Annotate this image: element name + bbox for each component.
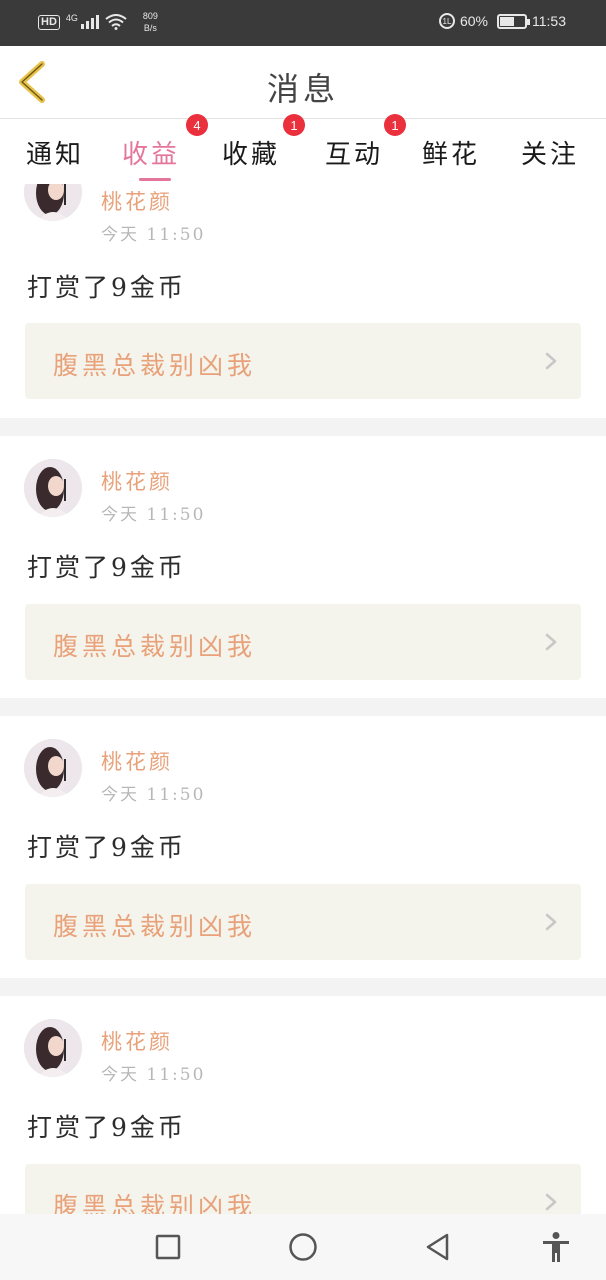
tab-notifications[interactable]: 通知 xyxy=(26,134,84,171)
page-title: 消息 xyxy=(266,70,339,108)
book-link[interactable]: 腹黑总裁别凶我 xyxy=(25,1164,581,1214)
avatar[interactable] xyxy=(24,459,82,517)
system-nav-bar xyxy=(0,1214,606,1280)
active-tab-indicator xyxy=(139,178,171,181)
tab-interactions-badge: 1 xyxy=(384,114,406,136)
avatar-image xyxy=(24,1019,82,1077)
signal-icon xyxy=(80,15,99,29)
status-bar: HD 4G 809 B/s 1L 60% 11:53 xyxy=(0,0,606,46)
book-link[interactable]: 腹黑总裁别凶我 xyxy=(25,884,581,960)
avatar[interactable] xyxy=(24,184,82,221)
book-title: 腹黑总裁别凶我 xyxy=(53,1192,257,1214)
avatar[interactable] xyxy=(24,1019,82,1077)
clock: 11:53 xyxy=(532,13,566,29)
book-title: 腹黑总裁别凶我 xyxy=(53,632,257,661)
message-list: 桃花颜 今天 11:50 打赏了9金币 腹黑总裁别凶我 桃花颜 今天 11:50… xyxy=(0,184,606,1214)
chevron-right-icon xyxy=(545,1193,557,1211)
accessibility-icon[interactable] xyxy=(540,1231,572,1263)
message-card: 桃花颜 今天 11:50 打赏了9金币 腹黑总裁别凶我 xyxy=(0,436,606,698)
avatar[interactable] xyxy=(24,739,82,797)
chevron-right-icon xyxy=(545,633,557,651)
app-header: 消息 xyxy=(0,46,606,119)
message-card: 桃花颜 今天 11:50 打赏了9金币 腹黑总裁别凶我 xyxy=(0,716,606,978)
triangle-back-icon[interactable] xyxy=(422,1231,454,1263)
message-action: 打赏了9金币 xyxy=(27,273,186,302)
tab-favorites[interactable]: 收藏 xyxy=(222,134,280,171)
square-icon[interactable] xyxy=(152,1231,184,1263)
user-name: 桃花颜 xyxy=(101,750,173,774)
network-speed: 809 B/s xyxy=(143,10,158,34)
battery-icon xyxy=(497,13,530,29)
speed-unit: B/s xyxy=(143,23,157,33)
tab-favorites-badge: 1 xyxy=(283,114,305,136)
speed-value: 809 xyxy=(142,11,158,21)
hd-indicator: HD xyxy=(38,14,60,30)
book-link[interactable]: 腹黑总裁别凶我 xyxy=(25,323,581,399)
message-action: 打赏了9金币 xyxy=(27,833,186,862)
message-card: 桃花颜 今天 11:50 打赏了9金币 腹黑总裁别凶我 xyxy=(0,996,606,1214)
wifi-icon xyxy=(105,14,127,30)
alarm-icon: 1L xyxy=(438,13,455,29)
circle-icon[interactable] xyxy=(287,1231,319,1263)
status-left: HD 4G 809 B/s xyxy=(38,10,158,34)
battery-percent: 60% xyxy=(459,13,488,29)
user-name: 桃花颜 xyxy=(101,470,173,494)
message-card: 桃花颜 今天 11:50 打赏了9金币 腹黑总裁别凶我 xyxy=(0,184,606,418)
chevron-right-icon xyxy=(545,913,557,931)
card-divider xyxy=(0,418,606,436)
avatar-image xyxy=(24,739,82,797)
tab-flowers[interactable]: 鲜花 xyxy=(422,134,480,171)
message-action: 打赏了9金币 xyxy=(27,1113,186,1142)
network-type: 4G xyxy=(65,13,78,23)
user-name: 桃花颜 xyxy=(101,190,173,214)
message-action: 打赏了9金币 xyxy=(27,553,186,582)
tab-follows[interactable]: 关注 xyxy=(521,134,579,171)
tab-earnings[interactable]: 收益 xyxy=(122,134,180,171)
tab-earnings-badge: 4 xyxy=(186,114,208,136)
avatar-image xyxy=(24,459,82,517)
tab-bar: 通知 收益 4 收藏 1 互动 1 鲜花 关注 xyxy=(0,114,606,184)
status-right: 1L 60% 11:53 xyxy=(438,13,566,29)
card-divider xyxy=(0,698,606,716)
user-name: 桃花颜 xyxy=(101,1030,173,1054)
tab-interactions[interactable]: 互动 xyxy=(325,134,383,171)
chevron-right-icon xyxy=(545,352,557,370)
avatar-image xyxy=(24,184,82,221)
card-divider xyxy=(0,978,606,996)
battery-fill xyxy=(500,16,514,26)
book-title: 腹黑总裁别凶我 xyxy=(53,912,257,941)
message-time: 今天 11:50 xyxy=(101,1065,206,1085)
message-time: 今天 11:50 xyxy=(101,785,206,805)
book-link[interactable]: 腹黑总裁别凶我 xyxy=(25,604,581,680)
message-time: 今天 11:50 xyxy=(101,225,206,245)
message-time: 今天 11:50 xyxy=(101,505,206,525)
book-title: 腹黑总裁别凶我 xyxy=(53,351,257,380)
